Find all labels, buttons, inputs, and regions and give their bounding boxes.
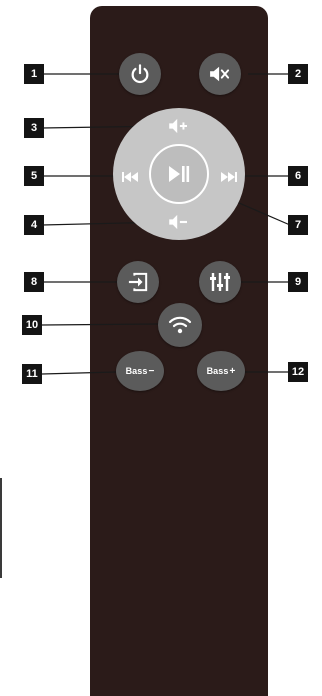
callout-6: 6 <box>288 166 308 186</box>
previous-track-button[interactable] <box>121 170 139 188</box>
equalizer-icon <box>210 273 230 291</box>
volume-down-icon <box>169 214 187 230</box>
previous-track-icon <box>122 172 138 182</box>
volume-down-button[interactable] <box>168 214 190 235</box>
wifi-button[interactable] <box>158 303 202 347</box>
bass-down-button[interactable]: Bass − <box>116 351 164 391</box>
play-pause-button[interactable] <box>149 144 209 204</box>
input-source-button[interactable] <box>117 261 159 303</box>
power-button[interactable] <box>119 53 161 95</box>
callout-5: 5 <box>24 166 44 186</box>
callout-9: 9 <box>288 272 308 292</box>
callout-10: 10 <box>22 315 42 335</box>
volume-up-icon <box>169 118 187 134</box>
leader-lines <box>41 73 291 375</box>
play-pause-icon <box>169 166 190 182</box>
bass-up-button[interactable]: Bass + <box>197 351 245 391</box>
sound-mode-button[interactable] <box>199 261 241 303</box>
callout-1: 1 <box>24 64 44 84</box>
callout-2: 2 <box>288 64 308 84</box>
volume-up-button[interactable] <box>168 118 190 139</box>
next-track-button[interactable] <box>220 170 238 188</box>
callout-8: 8 <box>24 272 44 292</box>
callout-7: 7 <box>288 215 308 235</box>
callout-4: 4 <box>24 215 44 235</box>
callout-12: 12 <box>288 362 308 382</box>
callout-11: 11 <box>22 364 42 384</box>
power-icon <box>131 64 149 84</box>
mute-button[interactable] <box>199 53 241 95</box>
next-track-icon <box>221 172 237 182</box>
bass-down-label: Bass − <box>125 365 155 377</box>
wifi-icon <box>168 316 192 334</box>
mute-icon <box>210 66 230 82</box>
input-source-icon <box>128 272 148 292</box>
callout-3: 3 <box>24 118 44 138</box>
bass-up-label: Bass + <box>206 365 236 377</box>
